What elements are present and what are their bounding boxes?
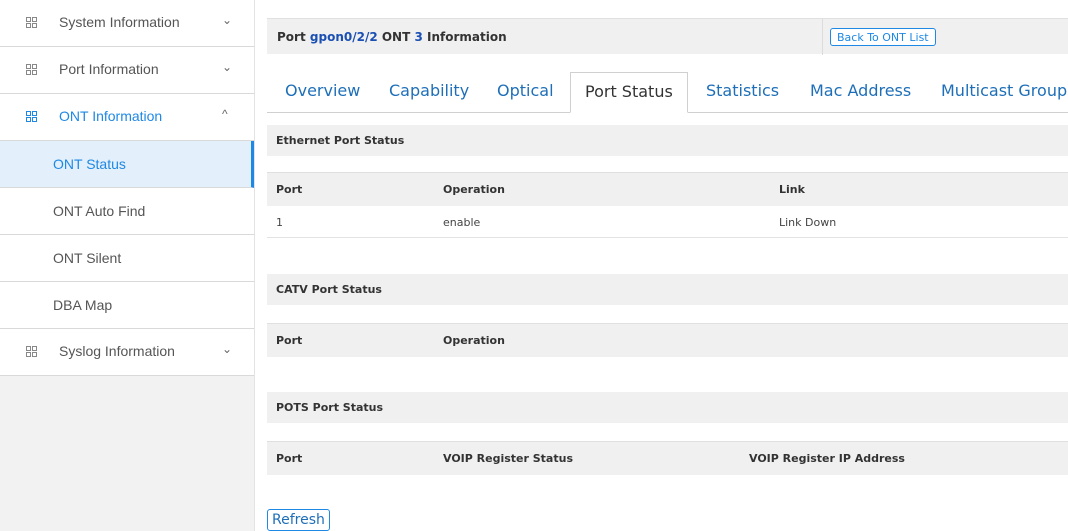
port-value: gpon0/2/2 [309,30,378,44]
chevron-down-icon: ⌄ [222,60,233,74]
refresh-button[interactable]: Refresh [267,509,330,531]
main-content: Port gpon0/2/2 ONT 3 Information Back To… [267,0,1068,531]
ont-prefix: ONT [381,30,411,44]
sub-item-label: DBA Map [53,297,113,313]
port-prefix: Port [277,30,306,44]
table-cell: enable [443,216,481,229]
menu-label: Port Information [59,61,159,77]
tab-capability[interactable]: Capability [389,72,469,112]
tab-multicast-group[interactable]: Multicast Group [941,72,1067,112]
ont-header: Port gpon0/2/2 ONT 3 Information Back To… [267,18,1068,55]
grid-icon [26,111,37,122]
tab-mac-address[interactable]: Mac Address [810,72,911,112]
tab-port-status[interactable]: Port Status [570,72,688,113]
sub-item-label: ONT Auto Find [53,203,146,219]
ethernet-table-header: Port Operation Link [267,172,1068,206]
sub-item-label: ONT Status [53,156,126,172]
sidebar-item-ont-status[interactable]: ONT Status [0,141,254,188]
sidebar-item-ont-silent[interactable]: ONT Silent [0,235,254,282]
column-header: Port [276,452,303,465]
table-row: 1 enable Link Down [267,206,1068,238]
ont-value: 3 [414,30,423,44]
column-header: Link [779,183,805,196]
table-cell: 1 [276,216,283,229]
tab-overview[interactable]: Overview [285,72,360,112]
sidebar-item-dba-map[interactable]: DBA Map [0,282,254,329]
sub-item-label: ONT Silent [53,250,122,266]
grid-icon [26,17,37,28]
section-title: POTS Port Status [276,401,384,414]
menu-syslog-information[interactable]: Syslog Information ⌄ [0,329,254,376]
pots-section-header: POTS Port Status [267,392,1068,423]
column-header: Port [276,334,303,347]
title-suffix: Information [427,30,507,44]
column-header: VOIP Register Status [443,452,573,465]
back-to-ont-list-button[interactable]: Back To ONT List [830,28,936,46]
menu-system-information[interactable]: System Information ⌄ [0,0,254,47]
table-cell: Link Down [779,216,837,229]
column-header: Port [276,183,303,196]
tab-optical[interactable]: Optical [497,72,554,112]
column-header: Operation [443,183,505,196]
tab-bar: Overview Capability Optical Port Status … [267,72,1068,113]
column-header: Operation [443,334,505,347]
section-title: CATV Port Status [276,283,382,296]
menu-label: Syslog Information [59,343,175,359]
menu-label: System Information [59,14,180,30]
ethernet-section-header: Ethernet Port Status [267,125,1068,156]
section-title: Ethernet Port Status [276,134,405,147]
tab-statistics[interactable]: Statistics [706,72,779,112]
chevron-down-icon: ⌄ [222,13,233,27]
sidebar-item-ont-auto-find[interactable]: ONT Auto Find [0,188,254,235]
chevron-down-icon: ⌄ [222,342,233,356]
chevron-up-icon: ^ [222,107,228,121]
divider [822,19,823,55]
column-header: VOIP Register IP Address [749,452,905,465]
catv-table-header: Port Operation [267,323,1068,357]
page-title: Port gpon0/2/2 ONT 3 Information [277,30,507,44]
catv-section-header: CATV Port Status [267,274,1068,305]
pots-table-header: Port VOIP Register Status VOIP Register … [267,441,1068,475]
grid-icon [26,64,37,75]
sidebar: System Information ⌄ Port Information ⌄ … [0,0,255,531]
menu-port-information[interactable]: Port Information ⌄ [0,47,254,94]
grid-icon [26,346,37,357]
menu-label: ONT Information [59,108,163,124]
menu-ont-information[interactable]: ONT Information ^ [0,94,254,141]
